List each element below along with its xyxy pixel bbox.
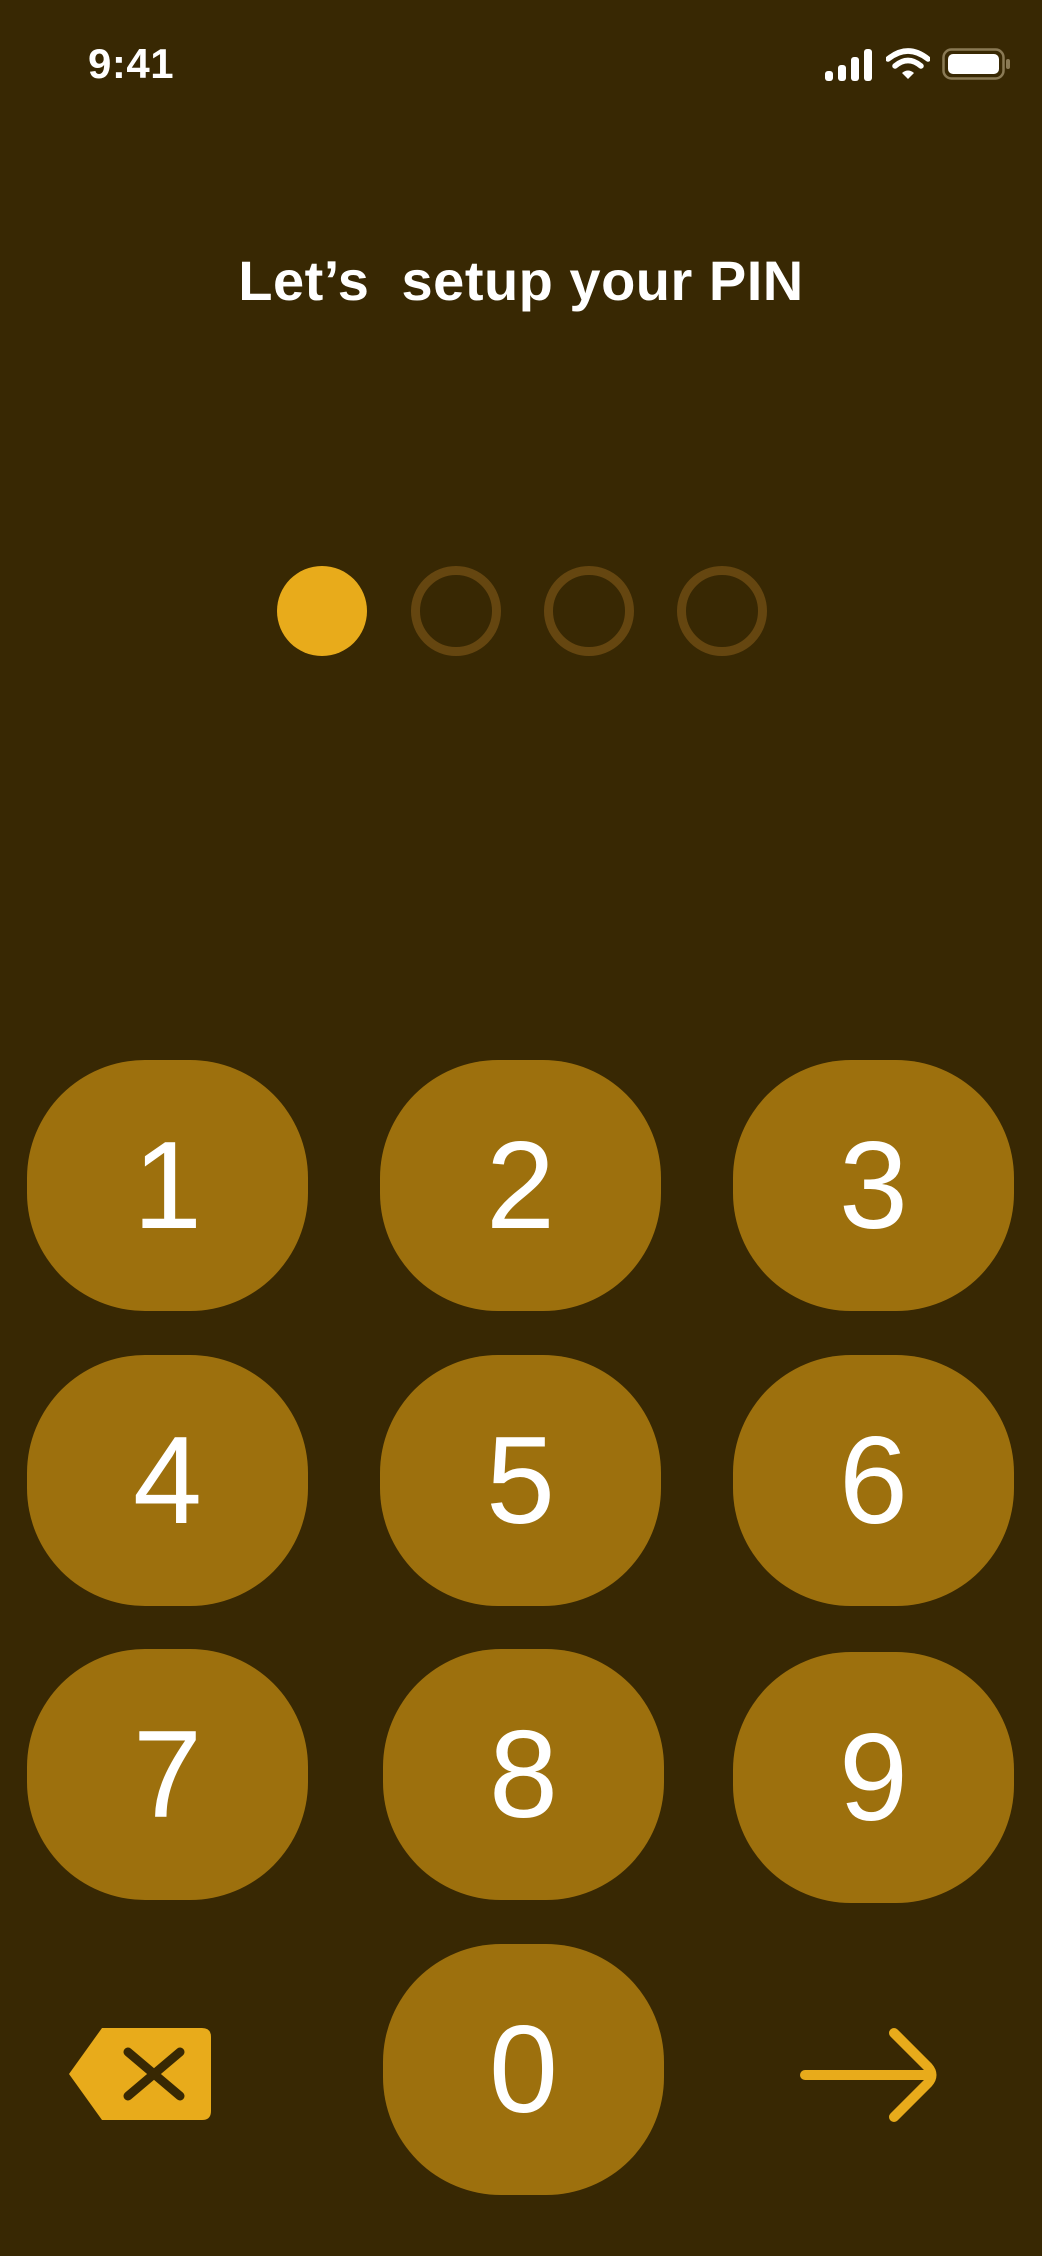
key-6[interactable]: 6 xyxy=(733,1355,1014,1606)
pin-dot-filled xyxy=(277,566,367,656)
submit-button[interactable] xyxy=(797,2026,939,2124)
key-1[interactable]: 1 xyxy=(27,1060,308,1311)
wifi-icon xyxy=(886,48,930,79)
pin-dot-empty xyxy=(544,566,634,656)
key-2[interactable]: 2 xyxy=(380,1060,661,1311)
key-8[interactable]: 8 xyxy=(383,1649,664,1900)
key-0[interactable]: 0 xyxy=(383,1944,664,2195)
pin-indicator xyxy=(0,566,1042,658)
battery-icon xyxy=(942,48,1010,80)
backspace-icon xyxy=(69,2028,211,2120)
key-4[interactable]: 4 xyxy=(27,1355,308,1606)
key-7[interactable]: 7 xyxy=(27,1649,308,1900)
key-5[interactable]: 5 xyxy=(380,1355,661,1606)
backspace-button[interactable] xyxy=(66,2023,216,2125)
pin-dot-empty xyxy=(677,566,767,656)
status-bar: 9:41 xyxy=(0,0,1042,130)
cellular-signal-icon xyxy=(825,49,872,81)
status-icons xyxy=(824,44,1012,84)
arrow-right-icon xyxy=(800,2028,937,2122)
status-time: 9:41 xyxy=(88,40,175,87)
pin-dot-empty xyxy=(411,566,501,656)
key-9[interactable]: 9 xyxy=(733,1652,1014,1903)
key-3[interactable]: 3 xyxy=(733,1060,1014,1311)
page-title: Let’s setup your PIN xyxy=(238,249,804,312)
